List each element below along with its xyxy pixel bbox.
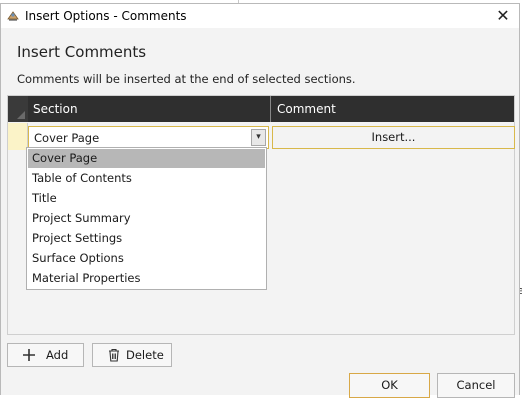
trash-icon — [109, 348, 119, 362]
section-combobox[interactable]: Cover Page ▾ — [28, 126, 269, 149]
insert-comment-button[interactable]: Insert... — [272, 126, 515, 149]
column-header-section[interactable]: Section — [28, 96, 271, 122]
dropdown-option[interactable]: Project Summary — [28, 209, 265, 228]
delete-button[interactable]: Delete — [92, 343, 172, 367]
chevron-down-icon[interactable]: ▾ — [251, 129, 266, 146]
section-dropdown-list: Cover Page Table of Contents Title Project … — [26, 147, 267, 290]
cancel-button[interactable]: Cancel — [437, 373, 515, 398]
dialog-subtitle: Comments will be inserted at the end of … — [17, 72, 356, 86]
dropdown-option[interactable]: Surface Options — [28, 249, 265, 268]
plus-icon — [23, 349, 35, 361]
dropdown-option[interactable]: Project Settings — [28, 229, 265, 248]
window-title: Insert Options - Comments — [25, 9, 187, 23]
close-icon[interactable]: ✕ — [487, 4, 519, 28]
dropdown-option[interactable]: Title — [28, 189, 265, 208]
title-bar[interactable]: Insert Options - Comments ✕ — [1, 4, 519, 28]
select-all-corner[interactable] — [8, 96, 28, 122]
dropdown-option[interactable]: Material Properties — [28, 269, 265, 288]
add-button-label: Add — [46, 348, 69, 362]
add-button[interactable]: Add — [7, 343, 84, 367]
dialog-heading: Insert Comments — [17, 43, 147, 61]
ok-button[interactable]: OK — [349, 373, 430, 398]
dropdown-option[interactable]: Table of Contents — [28, 169, 265, 188]
section-combobox-value: Cover Page — [34, 131, 100, 145]
column-header-comment[interactable]: Comment — [272, 96, 515, 122]
app-icon — [7, 11, 19, 21]
dropdown-option[interactable]: Cover Page — [28, 149, 265, 168]
grid-header: Section Comment — [8, 96, 514, 122]
delete-button-label: Delete — [126, 348, 164, 362]
row-selector[interactable] — [8, 123, 28, 150]
